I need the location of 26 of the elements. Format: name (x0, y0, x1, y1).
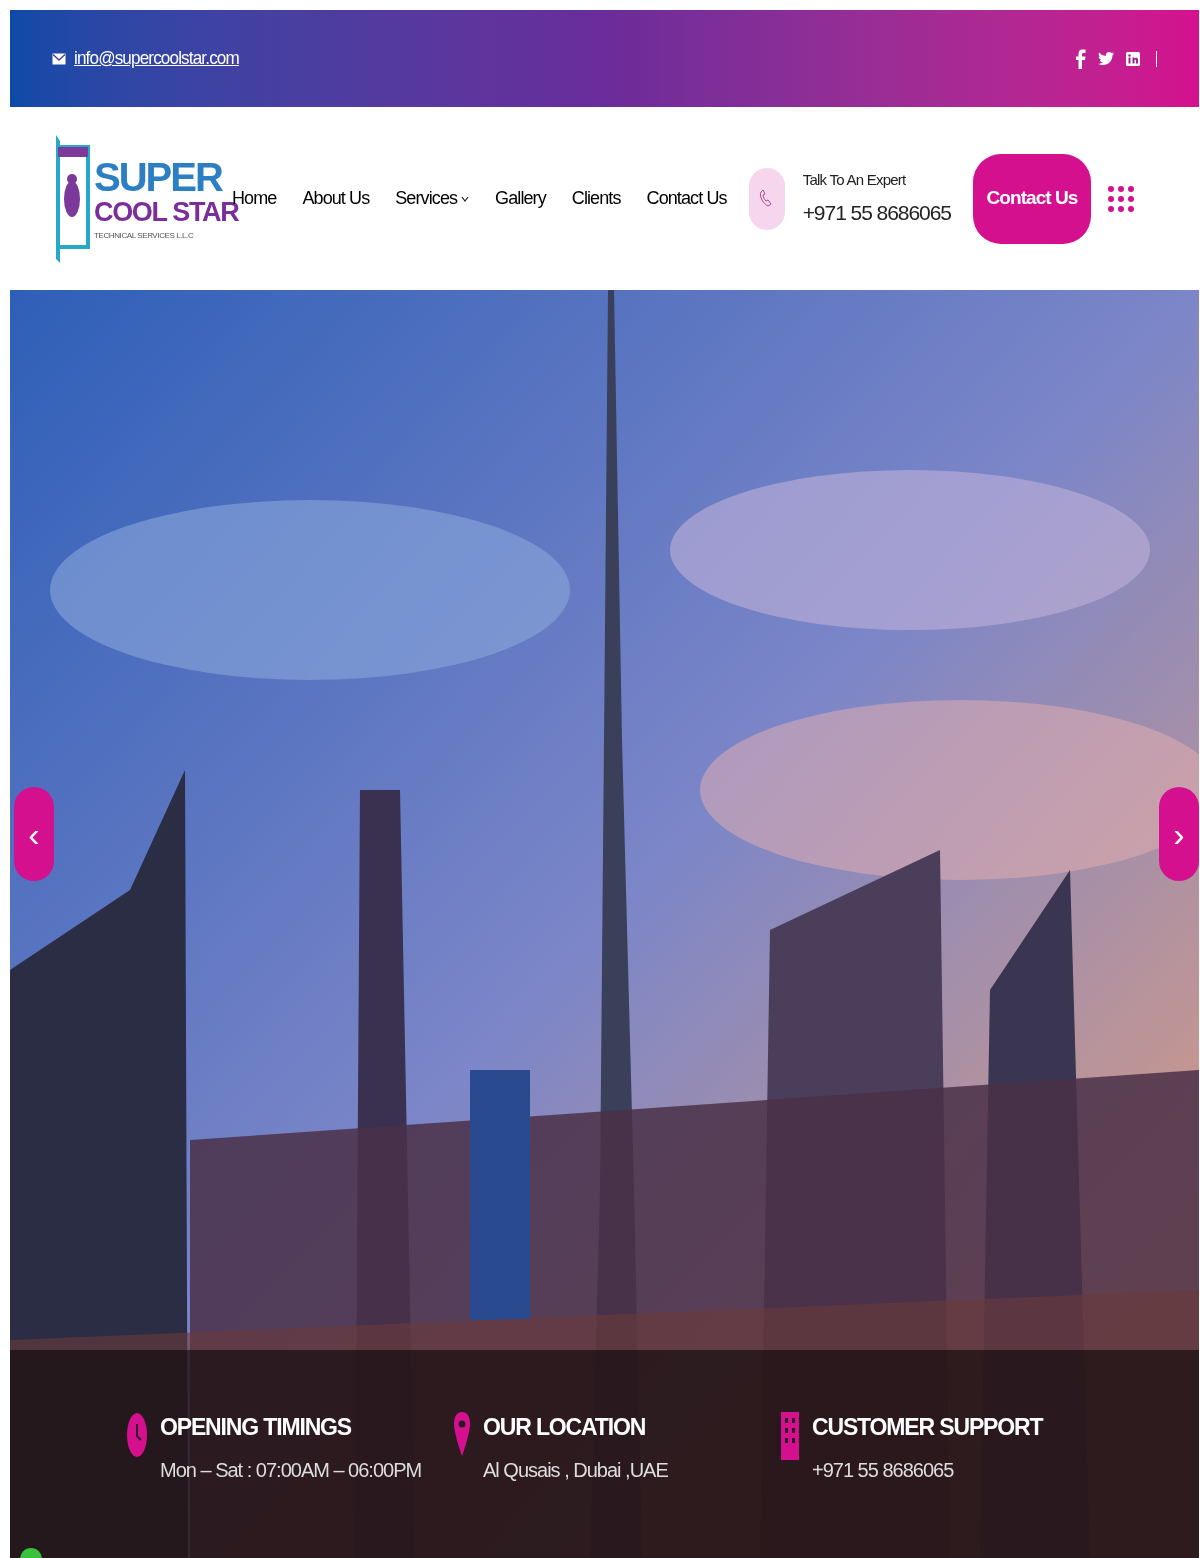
previous-slide-button[interactable]: ‹ (14, 787, 54, 881)
contact-button[interactable]: Contact Us (973, 153, 1091, 244)
info-text: Al Qusais , Dubai ,UAE (483, 1457, 668, 1483)
nav-link[interactable]: About Us (302, 185, 370, 212)
info-title: OUR LOCATION (483, 1413, 647, 1442)
caret-icon (461, 195, 470, 202)
logo-text: SUPER (94, 157, 224, 197)
grid-menu-icon[interactable] (1107, 184, 1135, 213)
nav-link[interactable]: Services (395, 185, 470, 212)
linkedin-icon[interactable] (1126, 51, 1140, 66)
nav-link[interactable]: Gallery (495, 185, 546, 212)
logo-tagline: TECHNICAL SERVICES L.L.C (94, 232, 195, 240)
building-icon (780, 1410, 800, 1462)
twitter-icon[interactable] (1098, 51, 1114, 66)
mail-icon (52, 52, 66, 65)
nav-link[interactable]: Contact Us (646, 185, 727, 212)
facebook-icon[interactable] (1076, 48, 1086, 69)
expert-label: Talk To An Expert (802, 169, 907, 190)
info-text: +971 55 8686065 (812, 1457, 955, 1483)
info-text: Mon – Sat : 07:00AM – 06:00PM (160, 1457, 422, 1483)
info-title: OPENING TIMINGS (160, 1413, 353, 1442)
next-slide-button[interactable]: › (1159, 787, 1199, 881)
expert-phone: +971 55 8686065 (802, 200, 951, 226)
email-link[interactable]: info@supercoolstar.com (74, 44, 239, 73)
info-title: CUSTOMER SUPPORT (812, 1413, 1043, 1442)
nav-link[interactable]: Clients (571, 185, 621, 212)
